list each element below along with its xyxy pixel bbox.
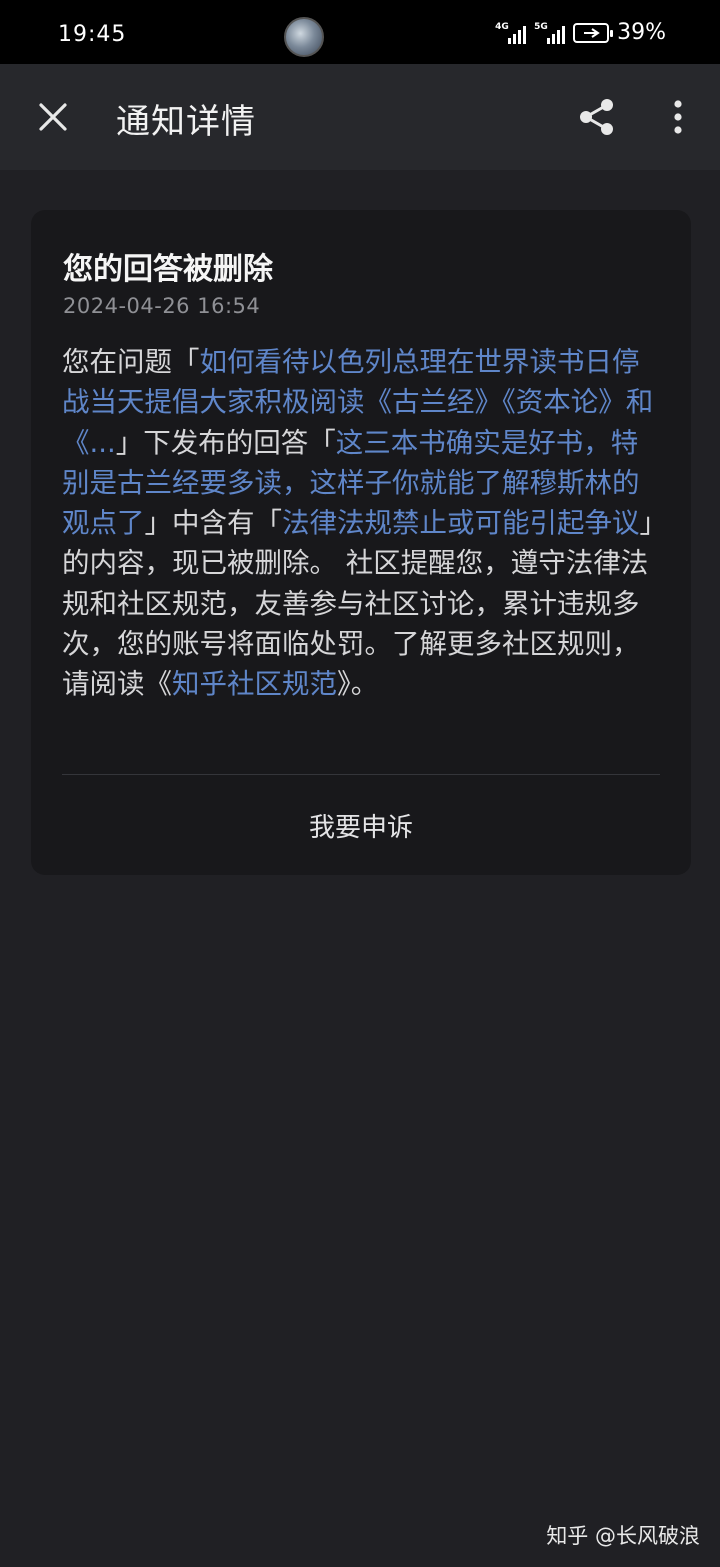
more-options-button[interactable] — [656, 94, 700, 140]
divider — [62, 774, 660, 775]
app-bar: 通知详情 — [0, 64, 720, 170]
notification-avatar-icon — [284, 17, 324, 57]
share-button[interactable] — [574, 94, 620, 140]
notification-title: 您的回答被删除 — [63, 252, 273, 287]
notification-body: 您在问题「如何看待以色列总理在世界读书日停战当天提倡大家积极阅读《古兰经》《资本… — [62, 342, 660, 705]
community-rules-link[interactable]: 知乎社区规范 — [172, 668, 337, 700]
reason-link[interactable]: 法律法规禁止或可能引起争议 — [282, 507, 640, 539]
body-text: 」中含有「 — [144, 507, 283, 540]
notification-timestamp: 2024-04-26 16:54 — [63, 294, 261, 318]
battery-charging-icon — [573, 22, 614, 43]
page-title: 通知详情 — [116, 102, 256, 142]
more-vertical-icon — [674, 100, 682, 134]
signal-type-label: 5G — [534, 21, 548, 32]
appeal-button[interactable]: 我要申诉 — [31, 776, 691, 875]
signal-type-label: 4G — [495, 21, 509, 32]
notification-card: 您的回答被删除 2024-04-26 16:54 您在问题「如何看待以色列总理在… — [31, 210, 691, 875]
status-bar: 19:45 4G 5G 39% — [0, 0, 720, 64]
body-text: 您在问题「 — [62, 346, 200, 378]
share-icon — [580, 99, 613, 135]
cellular-signal-icon: 4G — [495, 21, 527, 44]
body-text: 》。 — [337, 668, 379, 701]
battery-percent: 39% — [617, 20, 666, 45]
close-button[interactable] — [30, 94, 76, 140]
close-icon — [39, 103, 67, 131]
status-time: 19:45 — [58, 22, 127, 47]
watermark: 知乎 @长风破浪 — [546, 1524, 700, 1548]
status-indicators: 4G 5G 39% — [495, 20, 666, 45]
cellular-signal-icon: 5G — [534, 21, 566, 44]
body-text: 」下发布的回答「 — [115, 426, 336, 459]
